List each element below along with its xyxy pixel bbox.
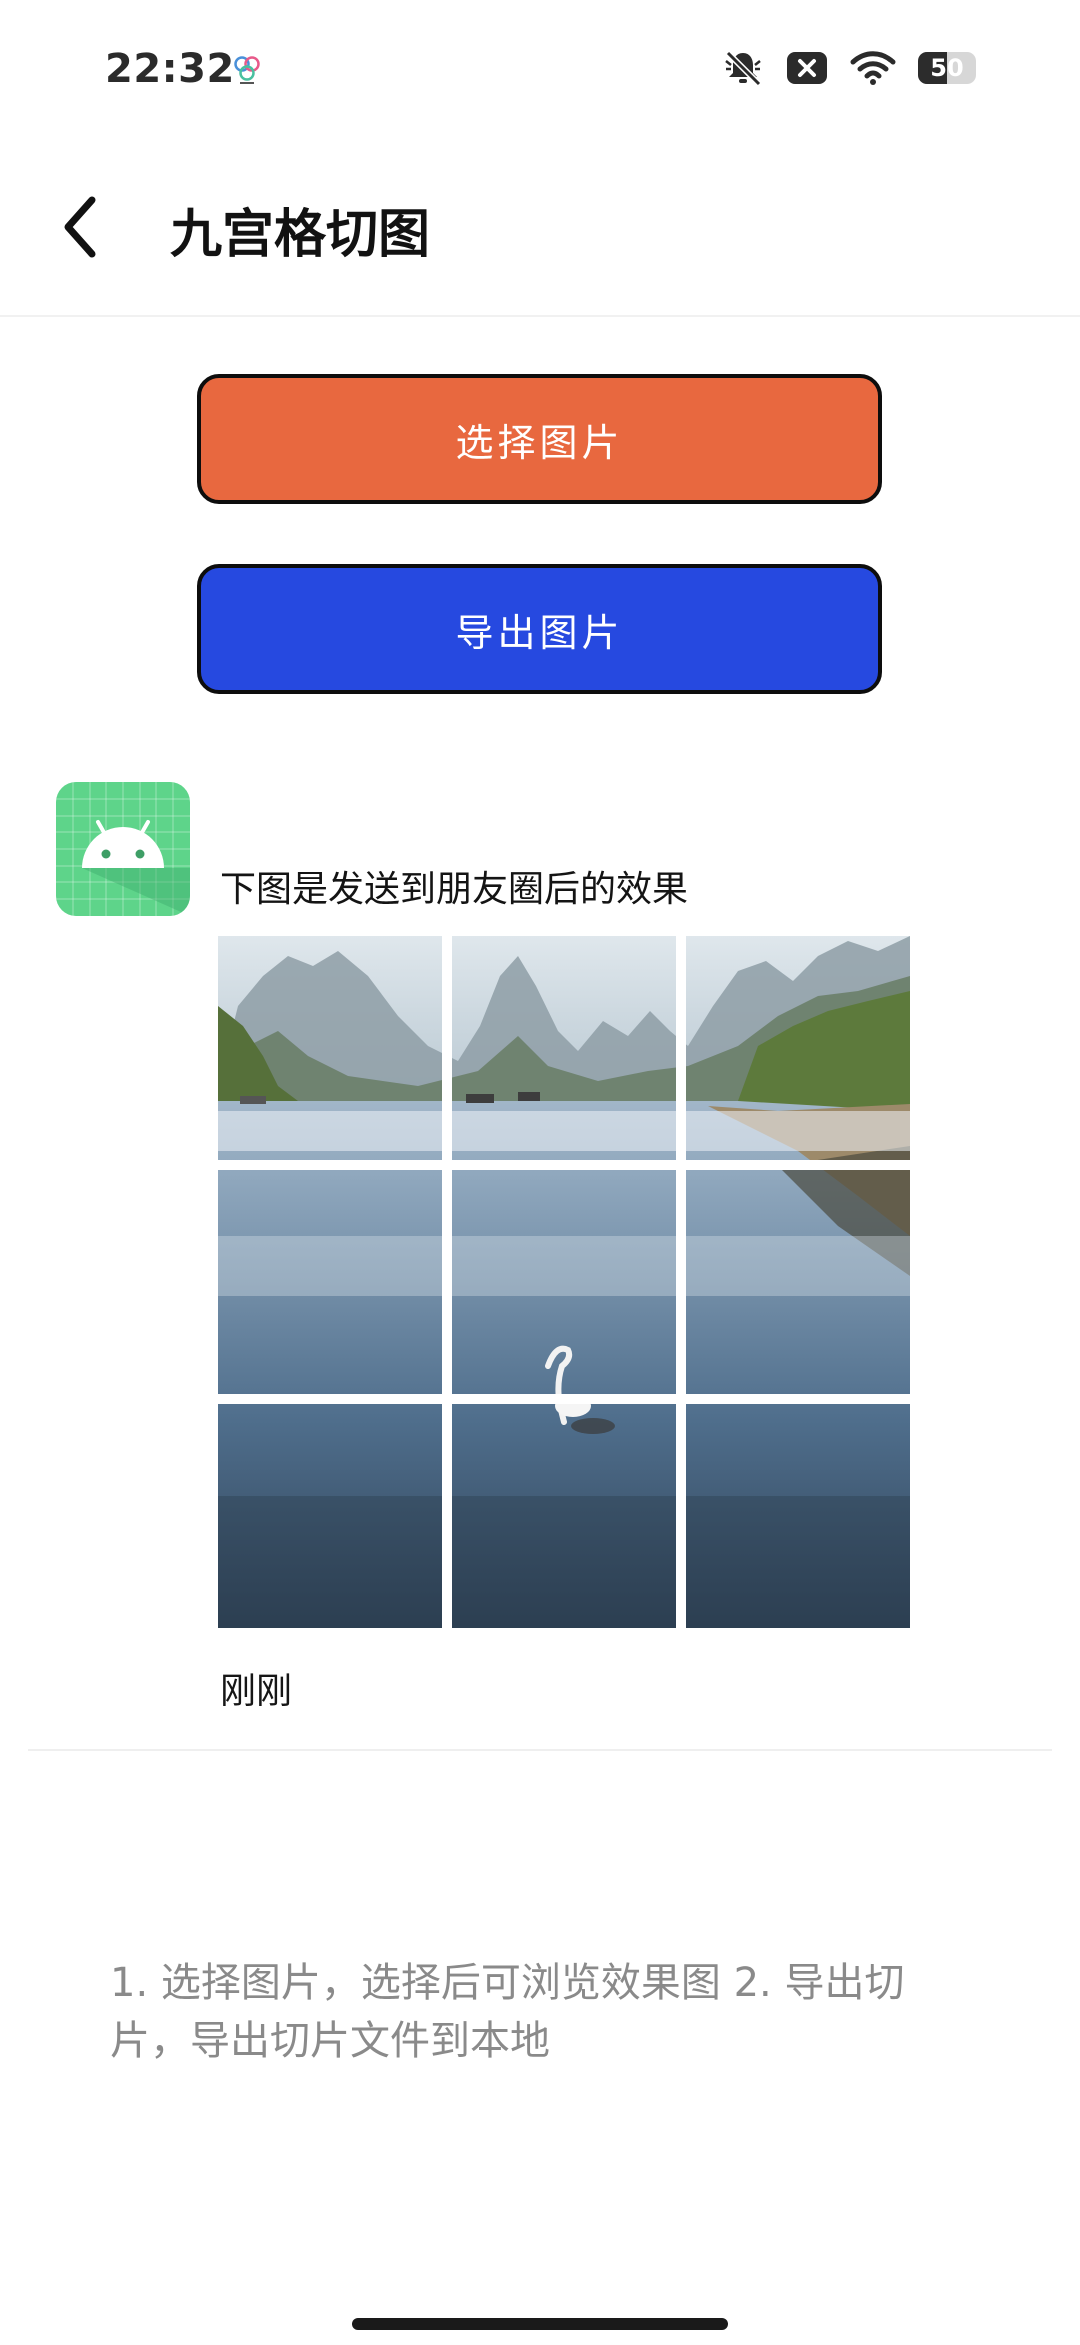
section-divider (28, 1749, 1052, 1751)
grid-cell (452, 1404, 676, 1628)
grid-cell (686, 1404, 910, 1628)
android-icon (56, 782, 190, 916)
wifi-icon (850, 50, 896, 86)
status-bar: 22:32 50 (0, 0, 1080, 140)
chevron-left-icon (58, 192, 102, 266)
preview-caption: 下图是发送到朋友圈后的效果 (220, 869, 689, 910)
grid-cell (218, 1404, 442, 1628)
post-timestamp: 刚刚 (220, 1671, 293, 1712)
export-image-button[interactable]: 导出图片 (197, 564, 882, 694)
battery-level: 50 (930, 54, 964, 82)
home-indicator[interactable] (352, 2318, 728, 2330)
nine-grid-preview (218, 936, 910, 1628)
instructions-text: 1. 选择图片，选择后可浏览效果图 2. 导出切片，导出切片文件到本地 (110, 1960, 905, 2064)
bell-muted-icon (722, 47, 764, 89)
grid-cell (686, 1170, 910, 1394)
grid-cell (218, 936, 442, 1160)
back-button[interactable] (44, 184, 116, 274)
grid-cell (452, 936, 676, 1160)
grid-cell (452, 1170, 676, 1394)
grid-cell (218, 1170, 442, 1394)
status-time: 22:32 (105, 46, 235, 92)
clover-icon (230, 52, 264, 86)
battery-icon: 50 (918, 52, 976, 84)
app-header: 九宫格切图 (0, 140, 1080, 317)
select-image-button[interactable]: 选择图片 (197, 374, 882, 504)
grid-cell (686, 936, 910, 1160)
close-box-icon (786, 50, 828, 86)
page-title: 九宫格切图 (170, 205, 431, 265)
